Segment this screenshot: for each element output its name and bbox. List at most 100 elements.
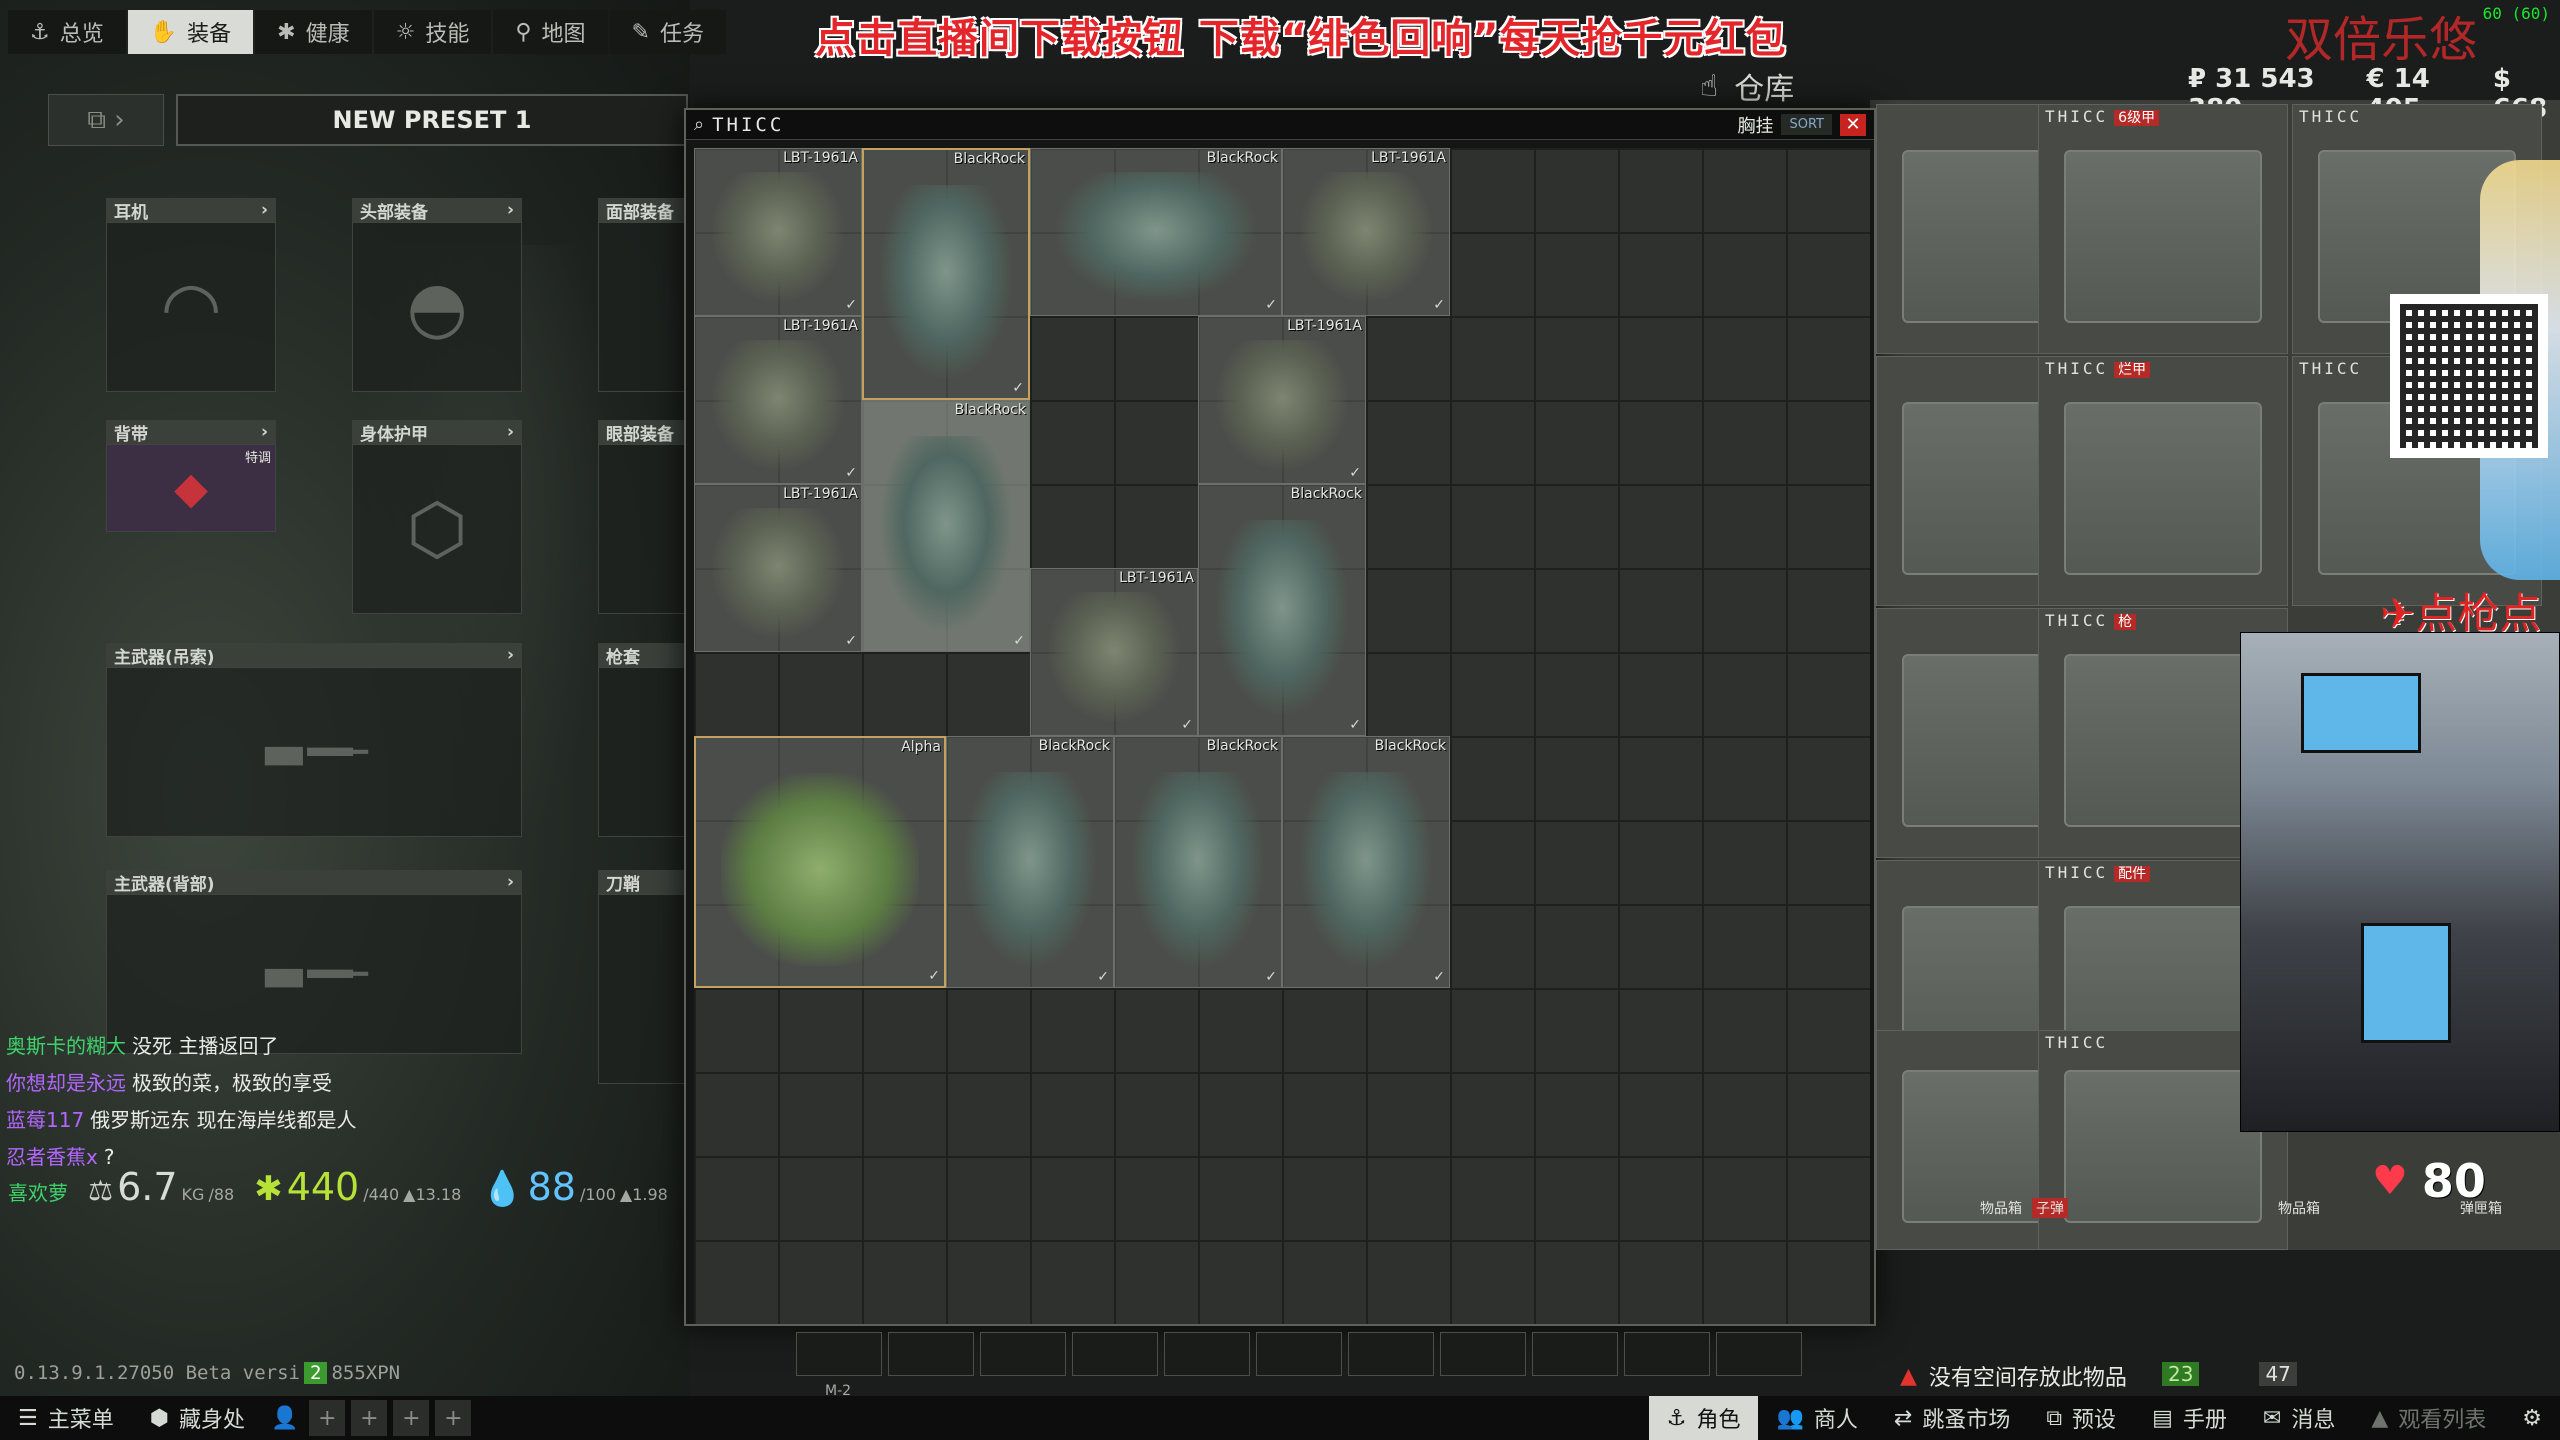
stash-case[interactable]: THICC 6级甲: [2038, 104, 2288, 354]
menu-icon: ☰: [18, 1405, 38, 1431]
slot-headwear[interactable]: 头部装备 › ◓: [352, 198, 522, 392]
slot-body-armor[interactable]: 身体护甲 › ⬡: [352, 420, 522, 614]
slot-face[interactable]: 面部装备: [598, 198, 688, 392]
profile-button[interactable]: 👤: [263, 1396, 306, 1440]
add-slot-button[interactable]: +: [351, 1400, 388, 1436]
flea-market-button[interactable]: ⇄ 跳蚤市场: [1876, 1396, 2028, 1440]
quickslot[interactable]: M-2: [796, 1332, 882, 1399]
quickslot[interactable]: [1624, 1332, 1710, 1376]
handbook-button[interactable]: ▤ 手册: [2134, 1396, 2245, 1440]
fps-counter: 60 (60): [2482, 4, 2550, 23]
item-name: BlackRock: [1290, 486, 1362, 502]
container-item[interactable]: Alpha ✓: [694, 736, 946, 988]
traders-button[interactable]: 👥 商人: [1758, 1396, 1875, 1440]
container-category: 胸挂: [1737, 115, 1774, 137]
tab-health[interactable]: ✱ 健康: [255, 10, 372, 54]
quickslot[interactable]: [1256, 1332, 1342, 1376]
stash-title: ☝ 仓库: [1700, 68, 1795, 108]
rifle-icon: ▬━╾: [260, 945, 368, 1003]
slot-eyewear[interactable]: 眼部装备: [598, 420, 688, 614]
preset-menu-button[interactable]: ⧉ ›: [48, 94, 164, 146]
preset-name[interactable]: NEW PRESET 1: [176, 94, 688, 146]
slot-holster[interactable]: 枪套: [598, 643, 688, 837]
slot-scabbard[interactable]: 刀鞘: [598, 870, 688, 1084]
tab-overview[interactable]: ⚓ 总览: [8, 10, 126, 54]
heart-rate-widget: ♥ 80: [2372, 1154, 2486, 1208]
container-item[interactable]: LBT-1961A ✓: [1030, 568, 1198, 736]
container-item[interactable]: LBT-1961A ✓: [694, 316, 862, 484]
container-item[interactable]: BlackRock ✓: [946, 736, 1114, 988]
item-name: LBT-1961A: [1371, 150, 1446, 166]
tab-tasks[interactable]: ✎ 任务: [609, 10, 726, 54]
add-slot-button[interactable]: +: [435, 1400, 472, 1436]
stash-case[interactable]: THICC 烂甲: [2038, 356, 2288, 606]
container-item[interactable]: BlackRock ✓: [862, 148, 1030, 400]
container-item[interactable]: BlackRock ✓: [1198, 484, 1366, 736]
headset-icon: ◠: [160, 266, 222, 348]
tab-skills[interactable]: ☼ 技能: [373, 10, 492, 54]
container-window[interactable]: ⌕ THICC 胸挂 SORT ✕ LBT-1961A ✓ BlackRock ✓ Bl…: [684, 108, 1876, 1326]
watchlist-button[interactable]: ▲ 观看列表: [2353, 1396, 2504, 1440]
plate-carrier-icon: [879, 436, 1013, 631]
slot-armband[interactable]: 背带 › 特调 ◆: [106, 420, 276, 532]
container-item[interactable]: BlackRock ✓: [1030, 148, 1282, 316]
search-icon[interactable]: ⌕: [694, 114, 704, 135]
container-item[interactable]: LBT-1961A ✓: [1198, 316, 1366, 484]
chest-rig-icon: [1299, 172, 1433, 302]
container-item[interactable]: BlackRock ✓: [1282, 736, 1450, 988]
slot-primary-sling[interactable]: 主武器(吊索) › ▬━╾: [106, 643, 522, 837]
add-slot-button[interactable]: +: [393, 1400, 430, 1436]
quickslot[interactable]: [1532, 1332, 1618, 1376]
item-name: LBT-1961A: [783, 318, 858, 334]
presets-button[interactable]: ⧉ 预设: [2028, 1396, 2134, 1440]
book-icon: ▤: [2152, 1405, 2173, 1431]
main-menu-button[interactable]: ☰ 主菜单: [0, 1396, 132, 1440]
close-button[interactable]: ✕: [1840, 113, 1866, 136]
container-window-header[interactable]: ⌕ THICC 胸挂 SORT ✕: [686, 110, 1874, 140]
bottom-bar: ☰ 主菜单 ⬢ 藏身处 👤 + + + + ⚓ 角色 👥 商人 ⇄ 跳蚤市场 ⧉ 预设 ▤ 手…: [0, 1396, 2560, 1440]
container-item[interactable]: LBT-1961A ✓: [694, 484, 862, 652]
hideout-button[interactable]: ⬢ 藏身处: [132, 1396, 263, 1440]
checkmark-icon: ✓: [1349, 717, 1361, 733]
tab-gear[interactable]: ✋ 装备: [127, 10, 254, 54]
messages-button[interactable]: ✉ 消息: [2245, 1396, 2353, 1440]
plate-carrier-icon: [1131, 772, 1265, 967]
quickslot[interactable]: [1716, 1332, 1802, 1376]
container-item[interactable]: BlackRock ✓: [1114, 736, 1282, 988]
container-item[interactable]: LBT-1961A ✓: [694, 148, 862, 316]
anchor-icon: ⚓: [1666, 1405, 1687, 1431]
container-item[interactable]: BlackRock ✓: [862, 400, 1030, 652]
add-slot-button[interactable]: +: [309, 1400, 346, 1436]
container-grid[interactable]: LBT-1961A ✓ BlackRock ✓ BlackRock ✓ LBT-1961A ✓…: [694, 148, 1870, 1324]
quickslot[interactable]: [1348, 1332, 1434, 1376]
stream-overlay-text: 双倍乐悠: [2285, 12, 2478, 68]
slot-primary-back[interactable]: 主武器(背部) › ▬━╾: [106, 870, 522, 1054]
hideout-icon: ⬢: [149, 1405, 169, 1431]
sort-button[interactable]: SORT: [1781, 114, 1832, 135]
quickslot[interactable]: [1072, 1332, 1158, 1376]
chest-rig-icon: [1215, 340, 1349, 470]
gear-icon: ⚙: [2522, 1405, 2542, 1431]
qr-code: [2390, 294, 2548, 458]
settings-button[interactable]: ⚙: [2504, 1396, 2560, 1440]
quickslot[interactable]: [1164, 1332, 1250, 1376]
chat-message: 蓝莓117 俄罗斯远东 现在海岸线都是人: [6, 1108, 357, 1132]
sun-icon: ☼: [395, 19, 416, 45]
tab-map[interactable]: ⚲ 地图: [493, 10, 608, 54]
quickslot[interactable]: [888, 1332, 974, 1376]
chest-rig-icon: [711, 508, 845, 638]
weight-icon: ⚖: [88, 1174, 114, 1207]
energy-icon: ✱: [254, 1169, 283, 1209]
character-button[interactable]: ⚓ 角色: [1648, 1396, 1759, 1440]
chat-message: 你想却是永远 极致的菜，极致的享受: [6, 1071, 332, 1095]
quickslot[interactable]: [1440, 1332, 1526, 1376]
version-info: 0.13.9.1.27050 Beta versi 2 855XPN: [14, 1362, 401, 1384]
chevron-right-icon: ›: [260, 200, 268, 220]
checkmark-icon: ✓: [1433, 297, 1445, 313]
weight-stat: ⚖ 6.7 KG /88: [88, 1165, 235, 1209]
checkmark-icon: ✓: [1433, 969, 1445, 985]
quickslot[interactable]: [980, 1332, 1066, 1376]
streamer-webcam: [2240, 632, 2560, 1132]
slot-earpiece[interactable]: 耳机 › ◠: [106, 198, 276, 392]
container-item[interactable]: LBT-1961A ✓: [1282, 148, 1450, 316]
